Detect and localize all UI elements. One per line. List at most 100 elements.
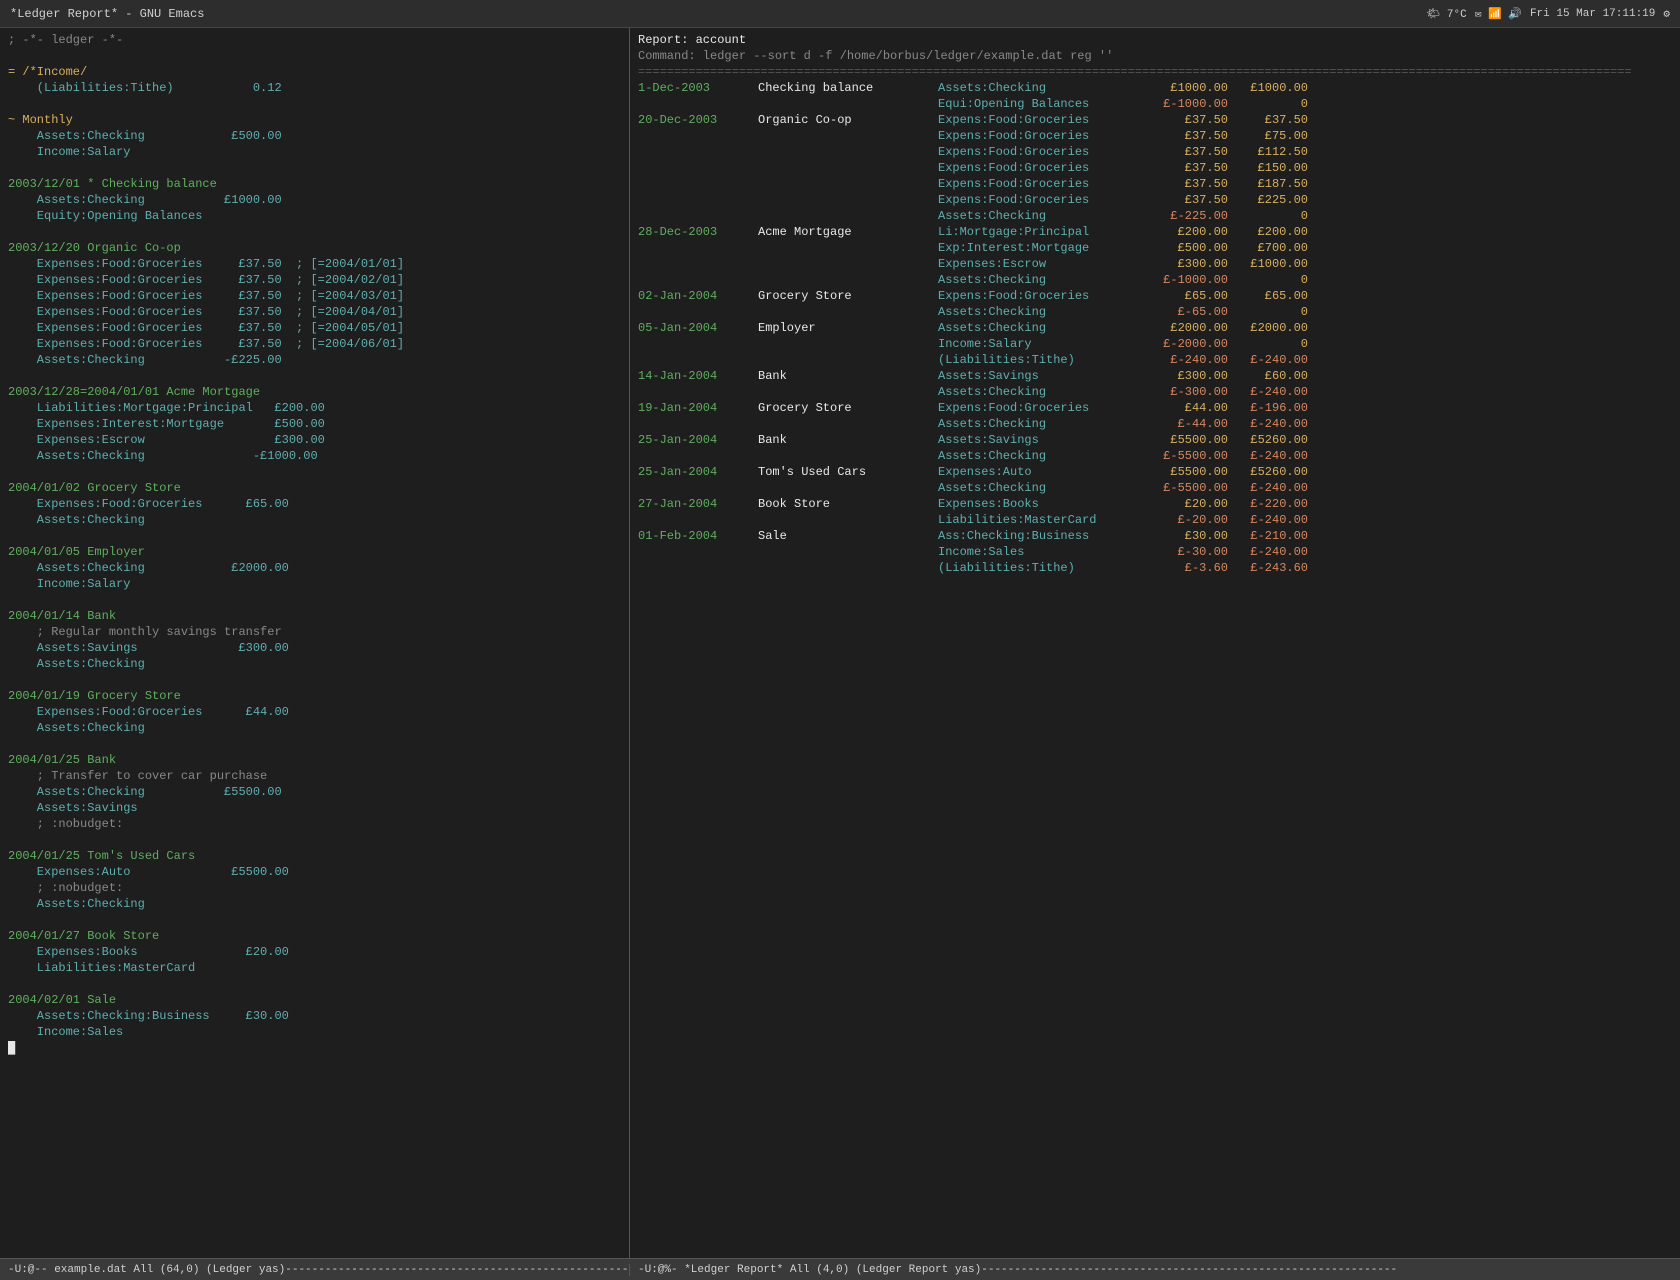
left-pane-line: █ [8,1040,621,1056]
row-amount: £-5500.00 [1148,448,1228,464]
row-description: Checking balance [758,80,938,96]
row-total: £5260.00 [1228,432,1308,448]
right-pane-content[interactable]: Report: accountCommand: ledger --sort d … [630,28,1680,1258]
row-date [638,336,758,352]
clock: Fri 15 Mar 17:11:19 [1530,8,1655,20]
report-row: Expens:Food:Groceries£37.50£112.50 [638,144,1672,160]
row-description [758,160,938,176]
row-total: 0 [1228,336,1308,352]
left-pane-line: Expenses:Food:Groceries £65.00 [8,496,621,512]
row-total: 0 [1228,272,1308,288]
row-total: £-240.00 [1228,416,1308,432]
report-row: Assets:Checking£-300.00£-240.00 [638,384,1672,400]
report-row: Liabilities:MasterCard£-20.00£-240.00 [638,512,1672,528]
report-row: 01-Feb-2004SaleAss:Checking:Business£30.… [638,528,1672,544]
row-account: Expens:Food:Groceries [938,160,1148,176]
row-amount: £300.00 [1148,368,1228,384]
row-amount: £-20.00 [1148,512,1228,528]
row-amount: £-3.60 [1148,560,1228,576]
left-pane-line: Assets:Checking [8,512,621,528]
left-pane-line: 2004/01/25 Tom's Used Cars [8,848,621,864]
row-amount: £-44.00 [1148,416,1228,432]
row-date [638,96,758,112]
row-amount: £-225.00 [1148,208,1228,224]
row-description [758,272,938,288]
row-total: £700.00 [1228,240,1308,256]
report-row: Assets:Checking£-5500.00£-240.00 [638,448,1672,464]
row-amount: £300.00 [1148,256,1228,272]
row-date [638,304,758,320]
row-description [758,192,938,208]
left-pane-line: 2004/02/01 Sale [8,992,621,1008]
report-row: Assets:Checking£-1000.000 [638,272,1672,288]
left-pane-line [8,368,621,384]
left-pane-line: 2004/01/05 Employer [8,544,621,560]
left-pane-line: 2004/01/19 Grocery Store [8,688,621,704]
left-pane-line [8,528,621,544]
weather-status: 🌤 7°C [1426,7,1466,21]
left-pane-line: ~ Monthly [8,112,621,128]
row-account: Assets:Checking [938,480,1148,496]
row-amount: £1000.00 [1148,80,1228,96]
report-row: Exp:Interest:Mortgage£500.00£700.00 [638,240,1672,256]
left-pane-line: Income:Salary [8,144,621,160]
statusbar: -U:@-- example.dat All (64,0) (Ledger ya… [0,1258,1680,1280]
left-pane-line: Expenses:Food:Groceries £37.50 ; [=2004/… [8,304,621,320]
row-description [758,240,938,256]
left-pane-line: Assets:Checking £2000.00 [8,560,621,576]
row-amount: £5500.00 [1148,464,1228,480]
row-account: Expenses:Auto [938,464,1148,480]
left-pane: ; -*- ledger -*- = /*Income/ (Liabilitie… [0,28,630,1258]
left-pane-line: Expenses:Food:Groceries £37.50 ; [=2004/… [8,256,621,272]
left-pane-line: Liabilities:Mortgage:Principal £200.00 [8,400,621,416]
row-description: Bank [758,432,938,448]
row-date: 01-Feb-2004 [638,528,758,544]
row-amount: £20.00 [1148,496,1228,512]
left-pane-line: ; Regular monthly savings transfer [8,624,621,640]
row-date: 27-Jan-2004 [638,496,758,512]
row-date: 14-Jan-2004 [638,368,758,384]
settings-icon[interactable]: ⚙ [1663,7,1670,21]
row-description [758,384,938,400]
left-pane-line [8,672,621,688]
report-row: 28-Dec-2003Acme MortgageLi:Mortgage:Prin… [638,224,1672,240]
row-account: Assets:Checking [938,304,1148,320]
left-pane-line: ; :nobudget: [8,880,621,896]
report-row: 05-Jan-2004EmployerAssets:Checking£2000.… [638,320,1672,336]
report-row: Expenses:Escrow£300.00£1000.00 [638,256,1672,272]
row-date [638,560,758,576]
row-account: Assets:Checking [938,320,1148,336]
left-pane-line: Assets:Checking:Business £30.00 [8,1008,621,1024]
row-amount: £-30.00 [1148,544,1228,560]
row-description: Acme Mortgage [758,224,938,240]
row-description [758,416,938,432]
left-pane-line: = /*Income/ [8,64,621,80]
row-date: 25-Jan-2004 [638,464,758,480]
row-description: Book Store [758,496,938,512]
report-row: 20-Dec-2003Organic Co-opExpens:Food:Groc… [638,112,1672,128]
left-pane-content[interactable]: ; -*- ledger -*- = /*Income/ (Liabilitie… [0,28,629,1258]
row-description: Employer [758,320,938,336]
row-account: Expens:Food:Groceries [938,176,1148,192]
row-date [638,272,758,288]
left-pane-line: Expenses:Interest:Mortgage £500.00 [8,416,621,432]
report-row: 25-Jan-2004Tom's Used CarsExpenses:Auto£… [638,464,1672,480]
row-total: 0 [1228,96,1308,112]
row-description [758,208,938,224]
row-total: £-240.00 [1228,384,1308,400]
row-total: £5260.00 [1228,464,1308,480]
right-pane: Report: accountCommand: ledger --sort d … [630,28,1680,1258]
report-row: 19-Jan-2004Grocery StoreExpens:Food:Groc… [638,400,1672,416]
titlebar-title: *Ledger Report* - GNU Emacs [10,7,204,21]
report-row: Expens:Food:Groceries£37.50£187.50 [638,176,1672,192]
row-account: Assets:Checking [938,272,1148,288]
row-total: £200.00 [1228,224,1308,240]
row-date [638,128,758,144]
row-date [638,256,758,272]
row-description [758,176,938,192]
report-row: Income:Sales£-30.00£-240.00 [638,544,1672,560]
row-description: Tom's Used Cars [758,464,938,480]
left-pane-line: Expenses:Auto £5500.00 [8,864,621,880]
row-description [758,96,938,112]
row-date: 20-Dec-2003 [638,112,758,128]
